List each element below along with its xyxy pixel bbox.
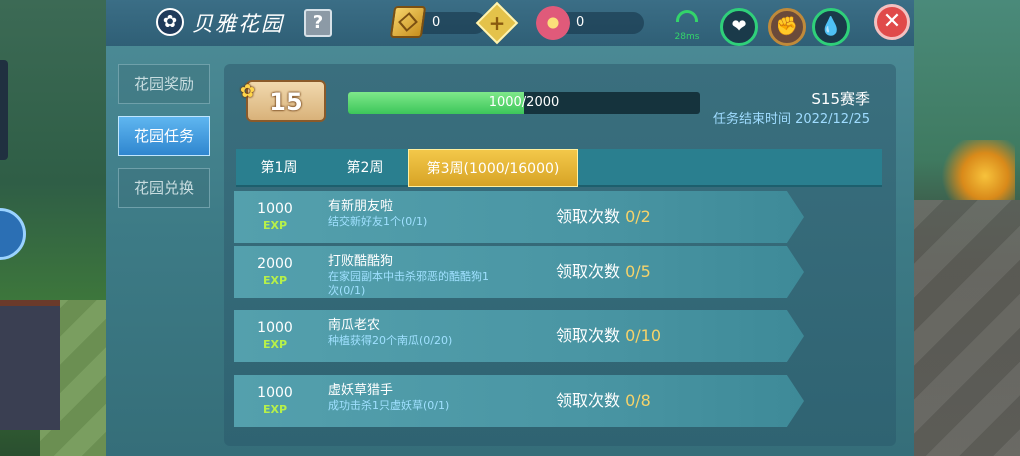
exp-label: EXP (262, 274, 288, 287)
edge-handle[interactable] (0, 60, 8, 160)
task-row[interactable]: 1000 EXP 虚妖草猎手 成功击杀1只虚妖草(0/1) 领取次数 0/8 (234, 375, 804, 427)
flower-icon: ✿ (156, 8, 184, 36)
wifi-icon: 28ms (672, 10, 702, 42)
tab-week-2[interactable]: 第2周 (322, 149, 408, 187)
page-title: 贝雅花园 (192, 12, 284, 36)
season-end-time: 任务结束时间 2022/12/25 (712, 112, 870, 127)
task-description: 结交新好友1个(0/1) (328, 215, 428, 228)
campfire (940, 140, 1015, 200)
task-description: 在家园副本中击杀邪恶的酷酷狗1次(0/1) (328, 270, 489, 297)
exp-value: 1000 (257, 385, 293, 401)
task-name: 打败酷酷狗 (328, 254, 394, 269)
tab-garden-rewards[interactable]: 花园奖励 (118, 64, 210, 104)
task-description: 种植获得20个南瓜(0/20) (328, 334, 453, 347)
side-menu-button[interactable] (0, 208, 26, 260)
exp-label: EXP (262, 219, 288, 232)
close-button[interactable]: ✕ (874, 4, 910, 40)
task-row[interactable]: 1000 EXP 有新朋友啦 结交新好友1个(0/1) 领取次数 0/2 (234, 191, 804, 243)
task-name: 虚妖草猎手 (328, 383, 394, 398)
heart-stat-icon[interactable]: ❤ (720, 8, 758, 46)
help-button[interactable]: ? (304, 9, 332, 37)
task-description: 成功击杀1只虚妖草(0/1) (328, 399, 450, 412)
top-bar: ✿ 贝雅花园 ? 0 + 0 28ms ❤ ✊ 💧 ✕ (106, 0, 914, 46)
exp-value: 2000 (257, 256, 293, 272)
plus-icon: + (488, 11, 506, 35)
claim-count: 领取次数 0/2 (556, 207, 651, 226)
strength-stat-icon[interactable]: ✊ (768, 8, 806, 46)
background-scene-right (910, 0, 1020, 456)
exp-value: 1000 (257, 201, 293, 217)
exp-label: EXP (262, 403, 288, 416)
gold-ticket-icon (389, 6, 427, 38)
progress-text: 1000/2000 (488, 95, 560, 110)
ping-text: 28ms (674, 32, 700, 42)
tab-week-1[interactable]: 第1周 (236, 149, 322, 187)
claim-count: 领取次数 0/10 (556, 326, 662, 345)
task-row[interactable]: 1000 EXP 南瓜老农 种植获得20个南瓜(0/20) 领取次数 0/10 (234, 310, 804, 362)
level-badge: ✿ 15 (240, 80, 326, 122)
claim-count: 领取次数 0/5 (556, 262, 651, 281)
exp-label: EXP (262, 338, 288, 351)
task-content: ✿ 15 1000/2000 S15赛季 任务结束时间 2022/12/25 第… (224, 64, 896, 446)
tab-garden-exchange[interactable]: 花园兑换 (118, 168, 210, 208)
task-name: 有新朋友啦 (328, 199, 394, 214)
gold-value: 0 (432, 15, 441, 30)
progress-bar: 1000/2000 (348, 92, 700, 114)
stone-ground (910, 200, 1020, 456)
task-row[interactable]: 2000 EXP 打败酷酷狗 在家园副本中击杀邪恶的酷酷狗1次(0/1) 领取次… (234, 246, 804, 298)
level-number: 15 (269, 88, 303, 116)
flower-decor-icon: ✿ (240, 81, 256, 102)
season-label: S15赛季 (811, 90, 870, 108)
house-roof (0, 300, 60, 430)
water-stat-icon[interactable]: 💧 (812, 8, 850, 46)
garden-panel: ✿ 贝雅花园 ? 0 + 0 28ms ❤ ✊ 💧 ✕ 花园奖励 花园任务 花园… (106, 0, 914, 456)
claim-count: 领取次数 0/8 (556, 391, 651, 410)
week-tabs: 第1周 第2周 第3周(1000/16000) (236, 149, 882, 187)
background-scene-left (0, 0, 106, 456)
task-name: 南瓜老农 (328, 318, 381, 333)
tab-week-3[interactable]: 第3周(1000/16000) (408, 149, 578, 187)
tab-garden-tasks[interactable]: 花园任务 (118, 116, 210, 156)
flower-currency-icon (536, 6, 570, 40)
exp-value: 1000 (257, 320, 293, 336)
add-gold-button[interactable]: + (475, 1, 519, 45)
flower-value: 0 (576, 15, 585, 30)
